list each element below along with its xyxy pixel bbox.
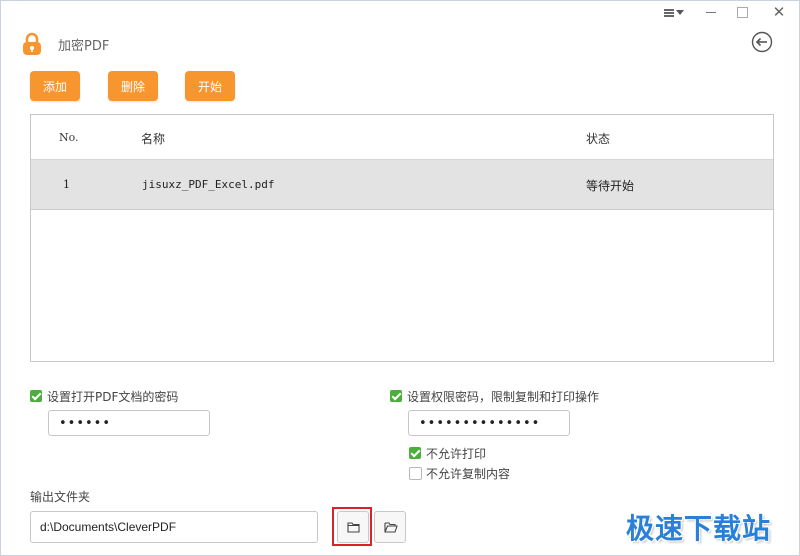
maximize-icon[interactable]: [734, 3, 750, 21]
minimize-icon[interactable]: [701, 3, 721, 21]
output-folder-input[interactable]: d:\Documents\CleverPDF: [30, 511, 318, 543]
no-print-checkbox[interactable]: [409, 447, 421, 459]
close-icon[interactable]: ✕: [769, 3, 789, 21]
table-header: No. 名称 状态: [31, 115, 773, 160]
no-print-label: 不允许打印: [426, 447, 487, 461]
folder-icon: [347, 522, 360, 533]
file-table: No. 名称 状态 1 jisuxz_PDF_Excel.pdf 等待开始: [30, 114, 774, 362]
open-password-checkbox[interactable]: [30, 390, 42, 402]
file-status: 等待开始: [586, 179, 635, 193]
no-copy-label: 不允许复制内容: [426, 467, 511, 481]
permission-password-checkbox[interactable]: [390, 390, 402, 402]
app-window: ✕ 加密PDF 添加 删除 开始 No. 名称 状态 1 jisuxz_PDF_…: [0, 0, 800, 556]
open-password-input[interactable]: ••••••: [48, 410, 210, 436]
watermark-logo: 极速下载站: [626, 512, 772, 545]
menu-list-icon[interactable]: [661, 3, 687, 21]
open-folder-button[interactable]: [374, 511, 406, 543]
browse-folder-button[interactable]: [337, 511, 369, 543]
lock-icon: [23, 32, 41, 55]
column-header-no: No.: [59, 131, 79, 144]
table-row[interactable]: 1 jisuxz_PDF_Excel.pdf 等待开始: [31, 160, 773, 210]
delete-button[interactable]: 删除: [108, 71, 158, 101]
permission-password-input[interactable]: ••••••••••••••: [408, 410, 570, 436]
column-header-status: 状态: [586, 132, 611, 146]
start-button[interactable]: 开始: [185, 71, 235, 101]
open-password-label: 设置打开PDF文档的密码: [47, 390, 179, 404]
back-arrow-icon[interactable]: [751, 31, 773, 53]
page-title: 加密PDF: [58, 39, 110, 54]
file-name: jisuxz_PDF_Excel.pdf: [142, 178, 275, 191]
no-copy-checkbox[interactable]: [409, 467, 422, 480]
column-header-name: 名称: [141, 132, 166, 146]
row-number: 1: [63, 178, 70, 191]
add-button[interactable]: 添加: [30, 71, 80, 101]
output-folder-label: 输出文件夹: [30, 490, 91, 504]
folder-open-icon: [384, 522, 398, 533]
permission-password-label: 设置权限密码，限制复制和打印操作: [407, 390, 600, 404]
